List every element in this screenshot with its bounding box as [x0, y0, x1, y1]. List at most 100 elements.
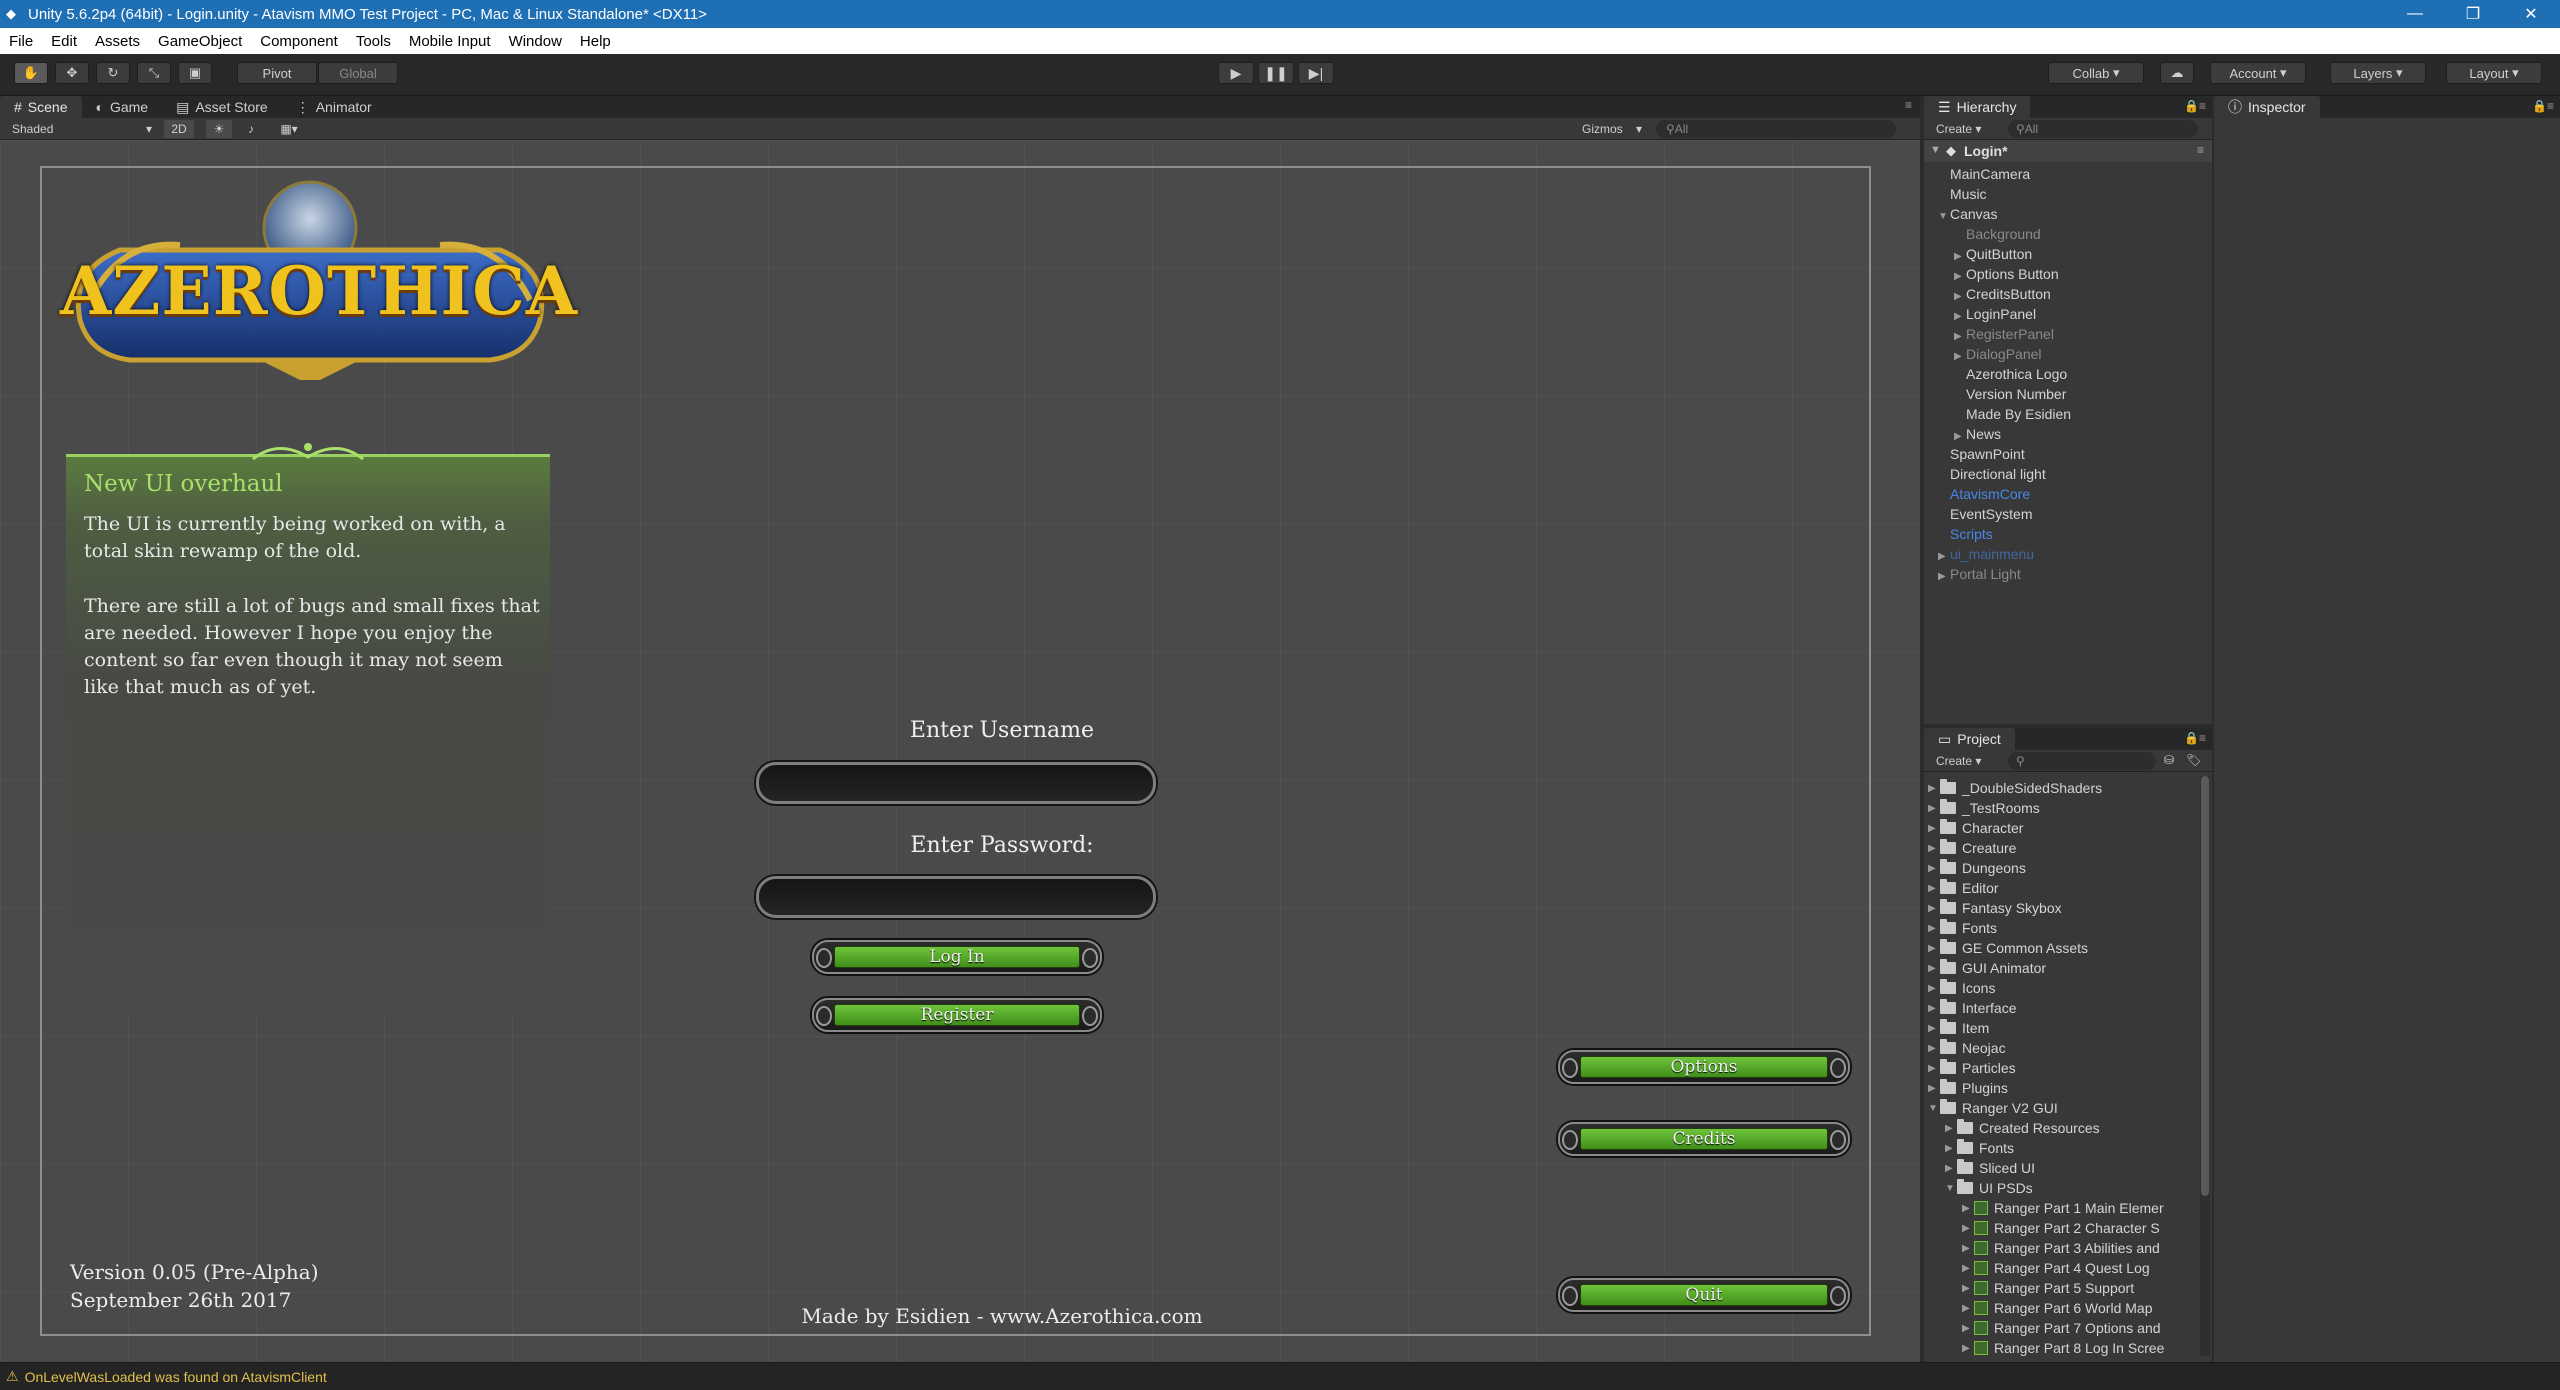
rotate-tool-icon[interactable]: ↻ — [96, 62, 130, 84]
hierarchy-item[interactable]: ▶ Options Button — [1954, 266, 2059, 282]
tab-inspector[interactable]: ⓘ Inspector — [2214, 96, 2320, 118]
project-asset-item[interactable]: ▶ Ranger Part 2 Character S — [1962, 1220, 2160, 1236]
expand-arrow-icon[interactable]: ▶ — [1928, 903, 1940, 914]
expand-arrow-icon[interactable]: ▶ — [1928, 1083, 1940, 1094]
expand-arrow-icon[interactable]: ▶ — [1954, 351, 1966, 362]
hierarchy-item[interactable]: ▶ ui_mainmenu — [1938, 546, 2034, 562]
expand-arrow-icon[interactable]: ▶ — [1938, 571, 1950, 582]
hand-tool-icon[interactable]: ✋ — [14, 62, 48, 84]
project-folder-item[interactable]: ▶ Dungeons — [1928, 859, 2026, 876]
hierarchy-item[interactable]: ▶ DialogPanel — [1954, 346, 2042, 362]
tab-scene[interactable]: # Scene — [0, 96, 82, 118]
project-folder-item[interactable]: ▶ GUI Animator — [1928, 959, 2046, 976]
menu-tools[interactable]: Tools — [347, 33, 400, 50]
hierarchy-create-dropdown[interactable]: Create ▾ — [1936, 122, 1981, 136]
hierarchy-item[interactable]: SpawnPoint — [1938, 446, 2025, 462]
menu-window[interactable]: Window — [500, 33, 571, 50]
expand-arrow-icon[interactable]: ▶ — [1928, 783, 1940, 794]
hierarchy-item[interactable]: Music — [1938, 186, 1987, 202]
project-search-input[interactable]: ⚲ — [2008, 752, 2156, 770]
expand-arrow-icon[interactable]: ▶ — [1954, 291, 1966, 302]
project-folder-item[interactable]: ▶ Fonts — [1928, 919, 1997, 936]
menu-file[interactable]: File — [0, 33, 42, 50]
project-asset-item[interactable]: ▶ Ranger Part 8 Log In Scree — [1962, 1340, 2164, 1356]
project-folder-item[interactable]: ▶ Interface — [1928, 999, 2016, 1016]
options-button[interactable]: Options — [1558, 1050, 1850, 1084]
project-folder-item[interactable]: ▶ Icons — [1928, 979, 1995, 996]
expand-arrow-icon[interactable]: ▶ — [1962, 1323, 1974, 1334]
register-button[interactable]: Register — [812, 998, 1102, 1032]
effects-dropdown-icon[interactable]: ▦▾ — [272, 120, 306, 138]
expand-arrow-icon[interactable]: ▶ — [1928, 863, 1940, 874]
2d-toggle[interactable]: 2D — [164, 120, 194, 138]
menu-help[interactable]: Help — [571, 33, 620, 50]
tab-game[interactable]: ◐ Game — [82, 96, 163, 118]
hierarchy-item[interactable]: ▶ RegisterPanel — [1954, 326, 2054, 342]
lighting-toggle-icon[interactable]: ☀ — [206, 120, 232, 138]
status-bar[interactable]: ⚠ OnLevelWasLoaded was found on AtavismC… — [0, 1362, 2560, 1390]
project-asset-item[interactable]: ▶ Ranger Part 4 Quest Log — [1962, 1260, 2150, 1276]
hierarchy-item[interactable]: ▶ QuitButton — [1954, 246, 2032, 262]
expand-arrow-icon[interactable]: ▶ — [1928, 1003, 1940, 1014]
panel-menu-icon[interactable]: 🔒≡ — [2532, 99, 2554, 113]
panel-menu-icon[interactable]: ≡ — [1905, 98, 1912, 112]
project-create-dropdown[interactable]: Create ▾ — [1936, 754, 1981, 768]
project-folder-item[interactable]: ▶ _TestRooms — [1928, 799, 2040, 816]
scrollbar-thumb[interactable] — [2201, 776, 2209, 1196]
quit-button[interactable]: Quit — [1558, 1278, 1850, 1312]
tab-hierarchy[interactable]: ☰ Hierarchy — [1924, 96, 2031, 118]
expand-arrow-icon[interactable]: ▶ — [1962, 1243, 1974, 1254]
hierarchy-item[interactable]: Azerothica Logo — [1954, 366, 2067, 382]
menu-component[interactable]: Component — [251, 33, 347, 50]
expand-arrow-icon[interactable]: ▶ — [1928, 1043, 1940, 1054]
panel-menu-icon[interactable]: 🔒≡ — [2184, 731, 2206, 745]
project-folder-item[interactable]: ▶ GE Common Assets — [1928, 939, 2088, 956]
hierarchy-search-input[interactable]: ⚲All — [2008, 120, 2198, 138]
gizmos-dropdown[interactable]: Gizmos — [1582, 122, 1623, 136]
project-asset-item[interactable]: ▶ Ranger Part 6 World Map — [1962, 1300, 2152, 1316]
expand-arrow-icon[interactable]: ▶ — [1928, 963, 1940, 974]
tab-project[interactable]: ▭ Project — [1924, 728, 2015, 750]
expand-arrow-icon[interactable]: ▶ — [1954, 331, 1966, 342]
scene-search-input[interactable]: ⚲All — [1656, 120, 1896, 138]
project-folder-item[interactable]: ▶ _DoubleSidedShaders — [1928, 779, 2102, 796]
project-folder-item[interactable]: ▶ Character — [1928, 819, 2023, 836]
expand-arrow-icon[interactable]: ▶ — [1928, 883, 1940, 894]
project-folder-item[interactable]: ▼ Ranger V2 GUI — [1928, 1099, 2058, 1116]
login-button[interactable]: Log In — [812, 940, 1102, 974]
menu-edit[interactable]: Edit — [42, 33, 86, 50]
layers-dropdown[interactable]: Layers ▾ — [2330, 62, 2426, 84]
expand-arrow-icon[interactable]: ▶ — [1962, 1283, 1974, 1294]
project-folder-item[interactable]: ▶ Item — [1928, 1019, 1989, 1036]
expand-arrow-icon[interactable]: ▶ — [1962, 1203, 1974, 1214]
expand-arrow-icon[interactable]: ▼ — [1930, 144, 1941, 156]
project-scrollbar[interactable] — [2200, 776, 2210, 1356]
filter-by-type-icon[interactable]: ⛁ — [2164, 753, 2174, 767]
minimize-icon[interactable]: — — [2386, 0, 2444, 28]
project-folder-item[interactable]: ▼ UI PSDs — [1945, 1179, 2033, 1196]
global-toggle[interactable]: Global — [318, 62, 398, 84]
expand-arrow-icon[interactable]: ▶ — [1945, 1143, 1957, 1154]
expand-arrow-icon[interactable]: ▼ — [1938, 211, 1950, 222]
move-tool-icon[interactable]: ✥ — [55, 62, 89, 84]
expand-arrow-icon[interactable]: ▶ — [1928, 843, 1940, 854]
expand-arrow-icon[interactable]: ▶ — [1928, 803, 1940, 814]
project-folder-item[interactable]: ▶ Creature — [1928, 839, 2016, 856]
expand-arrow-icon[interactable]: ▼ — [1945, 1183, 1957, 1194]
expand-arrow-icon[interactable]: ▶ — [1928, 923, 1940, 934]
project-folder-item[interactable]: ▶ Editor — [1928, 879, 1999, 896]
account-dropdown[interactable]: Account ▾ — [2210, 62, 2306, 84]
panel-menu-icon[interactable]: 🔒≡ — [2184, 99, 2206, 113]
expand-arrow-icon[interactable]: ▶ — [1945, 1123, 1957, 1134]
project-folder-item[interactable]: ▶ Particles — [1928, 1059, 2016, 1076]
hierarchy-item[interactable]: ▶ LoginPanel — [1954, 306, 2036, 322]
project-folder-item[interactable]: ▶ Created Resources — [1945, 1119, 2100, 1136]
project-folder-item[interactable]: ▶ Plugins — [1928, 1079, 2008, 1096]
expand-arrow-icon[interactable]: ▶ — [1928, 983, 1940, 994]
hierarchy-item[interactable]: ▶ CreditsButton — [1954, 286, 2051, 302]
project-folder-item[interactable]: ▶ Sliced UI — [1945, 1159, 2035, 1176]
expand-arrow-icon[interactable]: ▼ — [1928, 1103, 1940, 1114]
hierarchy-item[interactable]: ▶ Portal Light — [1938, 566, 2021, 582]
scale-tool-icon[interactable]: ⤡ — [137, 62, 171, 84]
expand-arrow-icon[interactable]: ▶ — [1928, 823, 1940, 834]
